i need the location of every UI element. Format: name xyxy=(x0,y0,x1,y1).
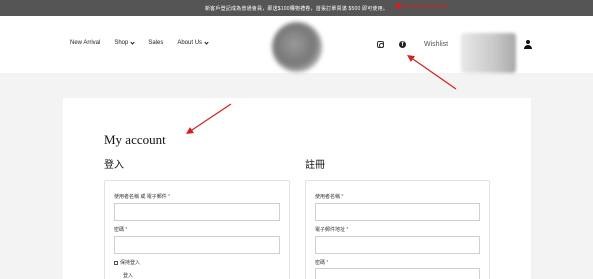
annotation-arrow xyxy=(186,103,232,134)
annotation-arrows xyxy=(186,2,457,134)
annotation-arrow xyxy=(407,54,457,90)
